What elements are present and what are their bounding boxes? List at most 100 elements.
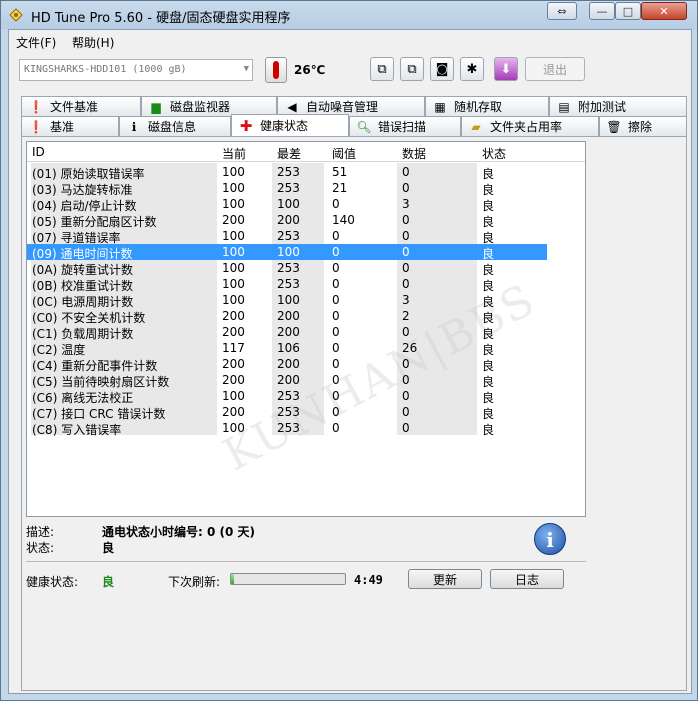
- options-button[interactable]: ✱: [460, 57, 484, 81]
- table-row[interactable]: (0A) 旋转重试计数 100 253 0 0 良: [27, 260, 547, 277]
- cell-status: 良: [482, 423, 495, 437]
- next-refresh-label: 下次刷新:: [168, 575, 221, 589]
- extra-tests-icon: ▤: [558, 99, 570, 114]
- table-row[interactable]: (C4) 重新分配事件计数 200 200 0 0 良: [27, 356, 547, 373]
- maximize-button[interactable]: □: [615, 2, 641, 20]
- column-header-worst[interactable]: 最差: [277, 145, 301, 162]
- random-access-icon: ▦: [434, 99, 446, 114]
- cell-threshold: 140: [332, 213, 355, 227]
- column-header-threshold[interactable]: 阈值: [332, 145, 356, 162]
- screenshot-button[interactable]: ◙: [430, 57, 454, 81]
- save-button[interactable]: ⬇: [494, 57, 518, 81]
- tab-disk-monitor[interactable]: ▆ 磁盘监视器: [141, 96, 277, 116]
- column-header-status[interactable]: 状态: [482, 145, 506, 162]
- cell-data: 2: [402, 309, 410, 323]
- chevron-down-icon: ▼: [243, 64, 249, 74]
- refresh-button[interactable]: 更新: [408, 569, 482, 589]
- health-panel: KUNHAN|BBS ID 当前 最差 阈值 数据 状态 (01) 原始读取错误…: [21, 136, 687, 691]
- column-header-id[interactable]: ID: [32, 145, 45, 159]
- table-row[interactable]: (C6) 离线无法校正 100 253 0 0 良: [27, 388, 547, 405]
- cell-data: 0: [402, 373, 410, 387]
- menu-file[interactable]: 文件(F): [16, 34, 56, 51]
- exit-button[interactable]: 退出: [525, 57, 585, 81]
- tab-label: 擦除: [628, 120, 653, 134]
- cell-data: 0: [402, 245, 410, 259]
- health-status-label: 健康状态:: [26, 575, 79, 589]
- cell-threshold: 0: [332, 389, 340, 403]
- cell-threshold: 0: [332, 277, 340, 291]
- title-bar[interactable]: HD Tune Pro 5.60 - 硬盘/固态硬盘实用程序 ⇔ — □ ✕: [1, 1, 697, 29]
- tab-health[interactable]: ✚ 健康状态: [231, 114, 349, 136]
- tools-icon: ✱: [466, 61, 478, 77]
- swap-window-button[interactable]: ⇔: [547, 2, 577, 20]
- tab-aam[interactable]: ◀ 自动噪音管理: [277, 96, 425, 116]
- table-row[interactable]: (C0) 不安全关机计数 200 200 0 2 良: [27, 308, 547, 325]
- tab-label: 文件基准: [50, 100, 99, 114]
- table-row[interactable]: (03) 马达旋转标准 100 253 21 0 良: [27, 180, 547, 197]
- table-row[interactable]: (0C) 电源周期计数 100 100 0 3 良: [27, 292, 547, 309]
- table-row[interactable]: (C2) 温度 117 106 0 26 良: [27, 340, 547, 357]
- column-header-current[interactable]: 当前: [222, 145, 246, 162]
- tab-label: 自动噪音管理: [306, 100, 379, 114]
- cell-current: 100: [222, 229, 245, 243]
- status-label: 状态:: [26, 541, 55, 555]
- health-status-value: 良: [102, 575, 115, 589]
- table-row[interactable]: (0B) 校准重试计数 100 253 0 0 良: [27, 276, 547, 293]
- cell-data: 0: [402, 277, 410, 291]
- cell-worst: 253: [277, 229, 300, 243]
- minimize-button[interactable]: —: [589, 2, 615, 20]
- speaker-icon: ◀: [287, 99, 297, 114]
- tab-disk-info[interactable]: ℹ 磁盘信息: [119, 116, 231, 136]
- tab-label: 随机存取: [454, 100, 503, 114]
- column-header-data[interactable]: 数据: [402, 145, 426, 162]
- table-row[interactable]: (C8) 写入错误率 100 253 0 0 良: [27, 420, 547, 437]
- menu-help[interactable]: 帮助(H): [72, 34, 114, 51]
- tab-label: 文件夹占用率: [490, 120, 563, 134]
- cell-data: 26: [402, 341, 418, 355]
- log-button[interactable]: 日志: [490, 569, 564, 589]
- table-row[interactable]: (05) 重新分配扇区计数 200 200 140 0 良: [27, 212, 547, 229]
- cell-current: 100: [222, 421, 245, 435]
- copy-all-button[interactable]: ⧉: [400, 57, 424, 81]
- table-row[interactable]: (C5) 当前待映射扇区计数 200 200 0 0 良: [27, 372, 547, 389]
- cell-worst: 106: [277, 341, 300, 355]
- tab-random-access[interactable]: ▦ 随机存取: [425, 96, 549, 116]
- cell-data: 0: [402, 181, 410, 195]
- copy-text-button[interactable]: ⧉: [370, 57, 394, 81]
- cell-current: 117: [222, 341, 245, 355]
- tab-folder-usage[interactable]: ▰ 文件夹占用率: [461, 116, 599, 136]
- tab-row-bottom: ❗ 基准 ℹ 磁盘信息 ✚ 健康状态 🔍︎ 错误扫描 ▰ 文件夹占用率 🗑︎ 擦: [21, 114, 687, 136]
- table-row[interactable]: (04) 启动/停止计数 100 100 0 3 良: [27, 196, 547, 213]
- cell-threshold: 0: [332, 357, 340, 371]
- table-row[interactable]: (C1) 负载周期计数 200 200 0 0 良: [27, 324, 547, 341]
- tab-error-scan[interactable]: 🔍︎ 错误扫描: [349, 116, 461, 136]
- tab-benchmark[interactable]: ❗ 基准: [21, 116, 119, 136]
- cell-data: 0: [402, 165, 410, 179]
- divider: [26, 561, 586, 562]
- smart-table[interactable]: KUNHAN|BBS ID 当前 最差 阈值 数据 状态 (01) 原始读取错误…: [26, 141, 586, 517]
- cell-threshold: 0: [332, 245, 340, 259]
- cell-worst: 253: [277, 165, 300, 179]
- cell-worst: 100: [277, 245, 300, 259]
- cell-threshold: 0: [332, 421, 340, 435]
- benchmark-icon: ❗: [28, 119, 44, 134]
- drive-select[interactable]: KINGSHARKS-HDD101 (1000 gB) ▼: [19, 59, 253, 81]
- tab-extra-tests[interactable]: ▤ 附加测试: [549, 96, 687, 116]
- close-button[interactable]: ✕: [641, 2, 687, 20]
- tab-label: 健康状态: [260, 119, 309, 133]
- table-row[interactable]: (07) 寻道错误率 100 253 0 0 良: [27, 228, 547, 245]
- trash-icon: 🗑︎: [606, 119, 622, 134]
- table-row[interactable]: (01) 原始读取错误率 100 253 51 0 良: [27, 164, 547, 181]
- cell-data: 0: [402, 229, 410, 243]
- table-row[interactable]: (09) 通电时间计数 100 100 0 0 良: [27, 244, 547, 261]
- tab-erase[interactable]: 🗑︎ 擦除: [599, 116, 687, 136]
- tab-label: 磁盘监视器: [170, 100, 231, 114]
- cell-threshold: 0: [332, 325, 340, 339]
- folder-icon: ▰: [471, 119, 481, 134]
- table-row[interactable]: (C7) 接口 CRC 错误计数 200 253 0 0 良: [27, 404, 547, 421]
- app-window: HD Tune Pro 5.60 - 硬盘/固态硬盘实用程序 ⇔ — □ ✕ 文…: [0, 0, 698, 701]
- refresh-progress-fill: [231, 574, 235, 584]
- tab-file-benchmark[interactable]: ❗ 文件基准: [21, 96, 141, 116]
- cell-worst: 200: [277, 373, 300, 387]
- cell-data: 0: [402, 261, 410, 275]
